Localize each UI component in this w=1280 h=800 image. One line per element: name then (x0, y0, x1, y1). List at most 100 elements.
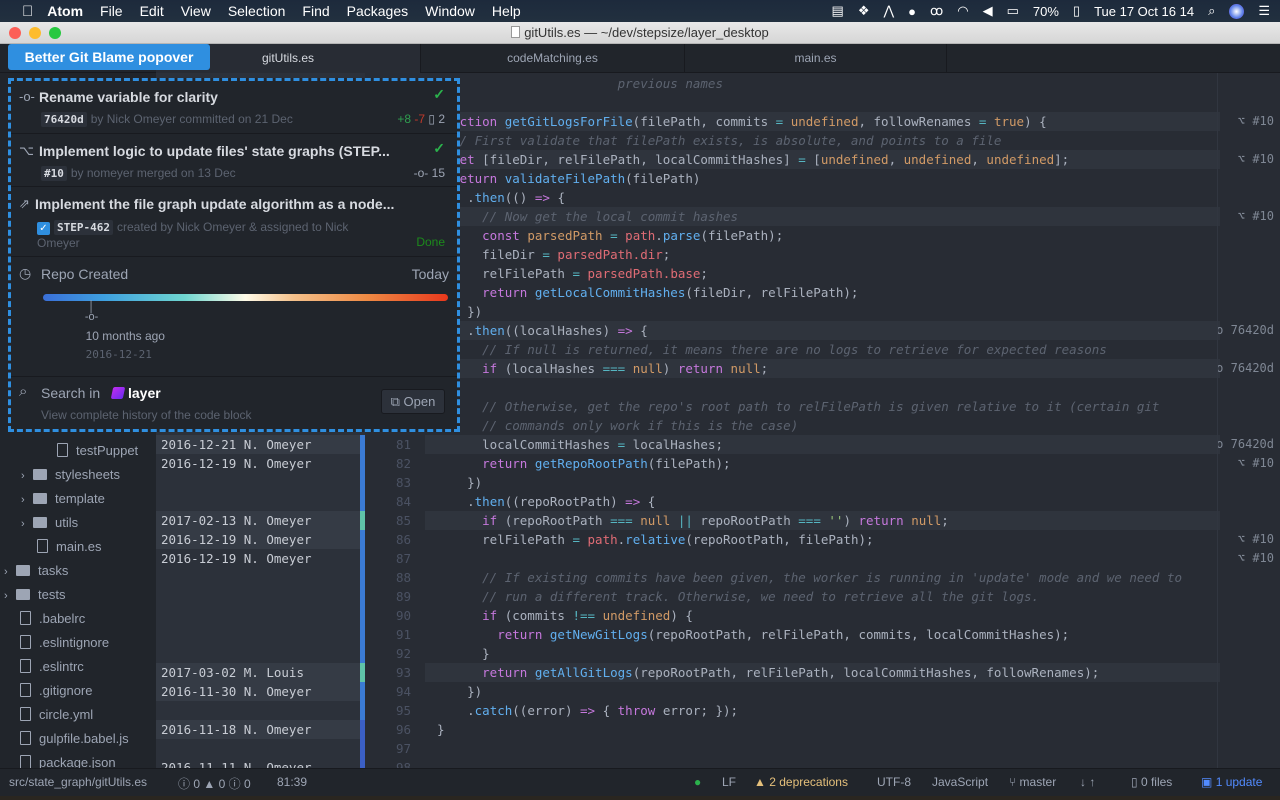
menu-find[interactable]: Find (302, 3, 329, 19)
code-line[interactable]: }) (425, 682, 1220, 701)
code-line[interactable]: previous names (425, 74, 1220, 93)
tab-codematching[interactable]: codeMatching.es (421, 44, 685, 73)
blame-entry[interactable] (156, 492, 360, 511)
grammar[interactable]: JavaScript (932, 775, 988, 789)
deprecations[interactable]: ▲ 2 deprecations (754, 775, 848, 789)
glasses-icon[interactable]: ꝏ (930, 3, 943, 19)
blame-entry[interactable]: 2016-12-21 N. Omeyer (156, 435, 360, 454)
menu-packages[interactable]: Packages (347, 3, 408, 19)
blame-annotation[interactable]: ⌥ #10 (1238, 150, 1274, 169)
chevron-right-icon[interactable]: › (4, 560, 16, 584)
blame-entry[interactable]: 2017-03-02 M. Louis (156, 663, 360, 682)
siri-icon[interactable] (1229, 3, 1245, 19)
code-line[interactable]: const parsedPath = path.parse(filePath); (425, 226, 1220, 245)
code-line[interactable]: // commands only work if this is the cas… (425, 416, 1220, 435)
tree-item[interactable]: main.es (37, 535, 102, 559)
blame-entry[interactable] (156, 587, 360, 606)
encoding[interactable]: UTF-8 (877, 775, 911, 789)
commit-title[interactable]: Rename variable for clarity (39, 89, 218, 105)
chevron-right-icon[interactable]: › (21, 488, 33, 512)
zoom-button[interactable] (49, 27, 61, 39)
commit-section[interactable]: -o- Rename variable for clarity ✓ 76420d… (11, 81, 457, 134)
evernote-icon[interactable]: ● (908, 4, 916, 19)
pr-number[interactable]: #10 (41, 166, 67, 181)
pr-section[interactable]: ⌥ Implement logic to update files' state… (11, 134, 457, 187)
clipboard-icon[interactable]: ▤ (832, 3, 844, 19)
code-line[interactable]: // If existing commits have been given, … (425, 568, 1220, 587)
code-line[interactable]: } (425, 644, 1220, 663)
tree-item[interactable]: testPuppet (57, 439, 138, 463)
tree-item[interactable]: .babelrc (20, 607, 85, 631)
code-line[interactable]: if (repoRootPath === null || repoRootPat… (425, 511, 1220, 530)
blame-entry[interactable]: 2017-02-13 N. Omeyer (156, 511, 360, 530)
blame-entry[interactable] (156, 473, 360, 492)
code-line[interactable]: }) (425, 302, 1220, 321)
code-line[interactable]: relFilePath = path.relative(repoRootPath… (425, 530, 1220, 549)
branch[interactable]: ⑂ master (1009, 775, 1056, 789)
close-button[interactable] (9, 27, 21, 39)
code-line[interactable]: }) (425, 473, 1220, 492)
code-line[interactable] (425, 378, 1220, 397)
blame-entry[interactable]: 2016-11-18 N. Omeyer (156, 720, 360, 739)
code-line[interactable]: function getGitLogsForFile(filePath, com… (425, 112, 1220, 131)
code-line[interactable]: if (commits !== undefined) { (425, 606, 1220, 625)
code-line[interactable]: // run a different track. Otherwise, we … (425, 587, 1220, 606)
menu-app[interactable]: Atom (47, 3, 83, 19)
blame-entry[interactable] (156, 625, 360, 644)
blame-entry[interactable]: 2016-11-30 N. Omeyer (156, 682, 360, 701)
timeline-bar[interactable] (43, 294, 448, 301)
code-line[interactable] (425, 758, 1220, 768)
code-line[interactable]: // Now get the local commit hashes (425, 207, 1220, 226)
clock[interactable]: Tue 17 Oct 16 14 (1094, 4, 1194, 19)
menu-edit[interactable]: Edit (140, 3, 164, 19)
code-line[interactable] (425, 93, 1220, 112)
chevron-right-icon[interactable]: › (4, 584, 16, 608)
tree-item[interactable]: gulpfile.babel.js (20, 727, 129, 751)
package-updates[interactable]: ▣ 1 update (1201, 775, 1262, 789)
tree-item[interactable]: package.json (20, 751, 116, 768)
blame-entry[interactable]: 2016-12-19 N. Omeyer (156, 549, 360, 568)
code-line[interactable]: let [fileDir, relFilePath, localCommitHa… (425, 150, 1220, 169)
spotlight-icon[interactable]: ⌕ (1208, 3, 1215, 19)
timeline-marker[interactable]: │ -o- (82, 302, 102, 323)
tree-item[interactable]: › utils (21, 511, 78, 535)
blame-entry[interactable] (156, 701, 360, 720)
blame-entry[interactable] (156, 606, 360, 625)
menu-selection[interactable]: Selection (228, 3, 286, 19)
code-line[interactable]: } (425, 720, 1220, 739)
code-line[interactable] (425, 549, 1220, 568)
blame-annotation[interactable]: ⌥ #10 (1238, 112, 1274, 131)
code-line[interactable] (425, 739, 1220, 758)
tree-item[interactable]: › tests (4, 583, 65, 607)
tree-item[interactable]: .gitignore (20, 679, 92, 703)
blame-annotation[interactable]: -o 76420d (1218, 359, 1274, 378)
code-line[interactable]: // Otherwise, get the repo's root path t… (425, 397, 1220, 416)
code-line[interactable]: .then((localHashes) => { (425, 321, 1220, 340)
open-button[interactable]: ⧉ Open (381, 389, 445, 414)
battery-icon[interactable]: ▯ (1073, 3, 1080, 19)
code-line[interactable]: return validateFilePath(filePath) (425, 169, 1220, 188)
menu-view[interactable]: View (181, 3, 211, 19)
tree-item[interactable]: .eslintrc (20, 655, 84, 679)
code-line[interactable]: .then(() => { (425, 188, 1220, 207)
battery-text[interactable]: 70% (1033, 4, 1059, 19)
blame-annotation[interactable]: -o 76420d (1218, 321, 1274, 340)
code-line[interactable]: relFilePath = parsedPath.base; (425, 264, 1220, 283)
issue-section[interactable]: ⇗ Implement the file graph update algori… (11, 187, 457, 257)
chevron-right-icon[interactable]: › (21, 464, 33, 488)
notification-center-icon[interactable]: ☰ (1258, 3, 1270, 19)
activity-icon[interactable]: ⋀ (883, 3, 894, 19)
code-line[interactable]: // First validate that filePath exists, … (425, 131, 1220, 150)
tree-item[interactable]: .eslintignore (20, 631, 109, 655)
menu-window[interactable]: Window (425, 3, 475, 19)
minimize-button[interactable] (29, 27, 41, 39)
code-line[interactable]: return getLocalCommitHashes(fileDir, rel… (425, 283, 1220, 302)
blame-annotation[interactable]: ⌥ #10 (1238, 530, 1274, 549)
tree-item[interactable]: circle.yml (20, 703, 93, 727)
tree-item[interactable]: › tasks (4, 559, 68, 583)
menu-file[interactable]: File (100, 3, 123, 19)
code-line[interactable]: fileDir = parsedPath.dir; (425, 245, 1220, 264)
cursor-position[interactable]: 81:39 (277, 775, 307, 789)
line-ending[interactable]: LF (722, 775, 736, 789)
issue-key[interactable]: STEP-462 (54, 220, 113, 235)
